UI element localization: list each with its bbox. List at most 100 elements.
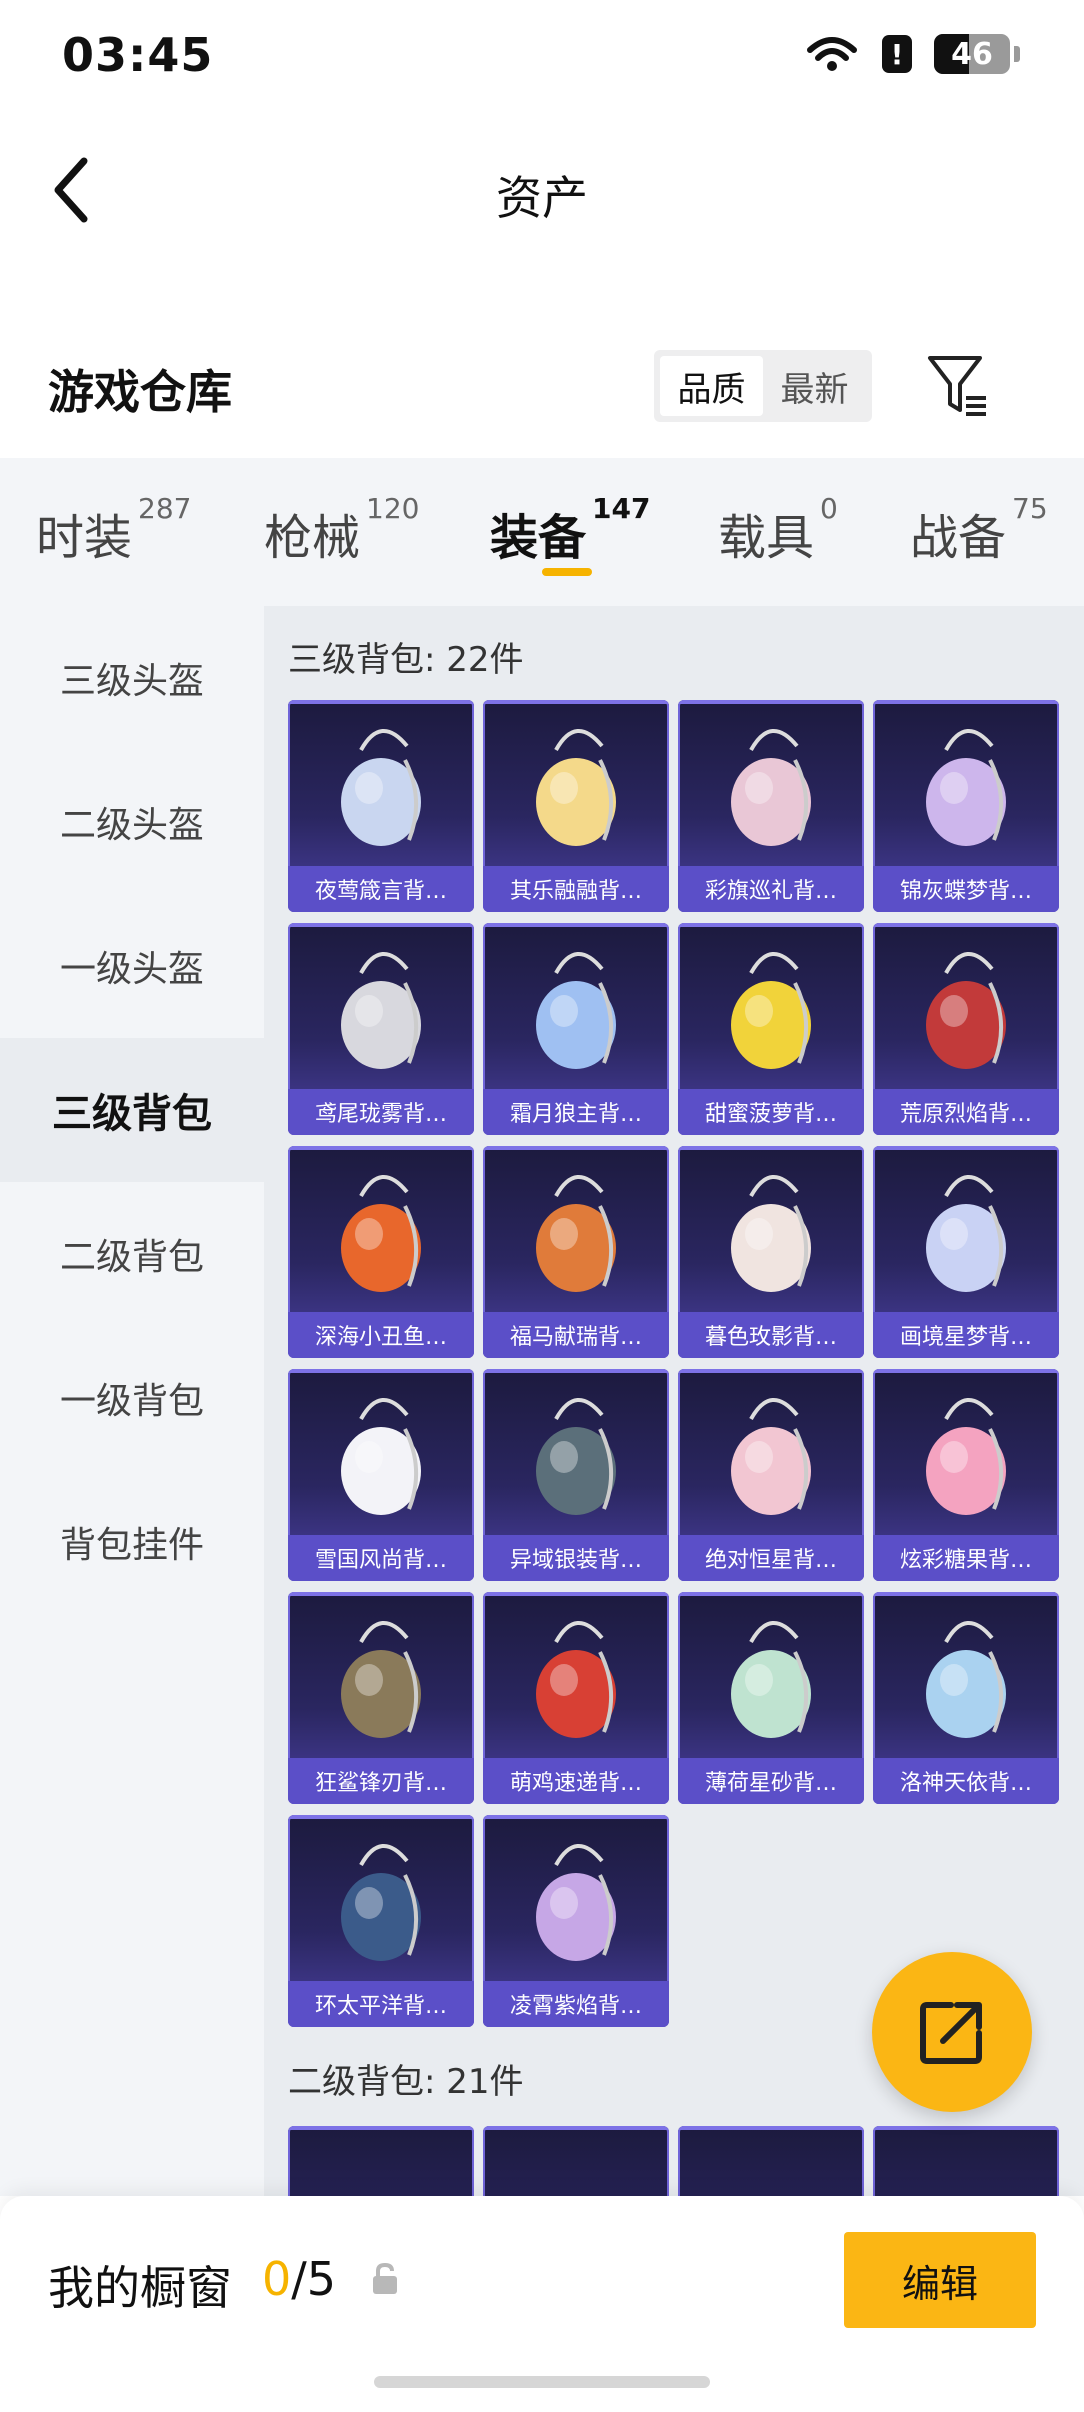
item-name: 凌霄紫焰背… [483,1981,669,2027]
item-card[interactable]: 彩旗巡礼背… [678,700,864,912]
item-name: 炫彩糖果背… [873,1535,1059,1581]
item-image [341,1174,421,1292]
status-icons: ! 46 [804,34,1020,74]
section-title: 游戏仓库 [48,365,232,419]
item-card[interactable] [873,2126,1059,2196]
sort-toggle: 品质 最新 [654,350,872,422]
item-card[interactable]: 画境星梦背… [873,1146,1059,1358]
item-card[interactable]: 霜月狼主背… [483,923,669,1135]
tab-fashion[interactable]: 时装287 [36,492,191,568]
item-card[interactable]: 甜蜜菠萝背… [678,923,864,1135]
active-tab-indicator [542,568,592,576]
item-card[interactable]: 鸢尾珑雾背… [288,923,474,1135]
item-card[interactable]: 凌霄紫焰背… [483,1815,669,2027]
item-card[interactable]: 暮色玫影背… [678,1146,864,1358]
item-card[interactable]: 洛神天依背… [873,1592,1059,1804]
battery-icon: 46 [934,34,1010,74]
item-image [926,951,1006,1069]
item-name: 其乐融融背… [483,866,669,912]
item-name: 霜月狼主背… [483,1089,669,1135]
item-image [341,951,421,1069]
item-card[interactable]: 狂鲨锋刃背… [288,1592,474,1804]
item-card[interactable]: 锦灰蝶梦背… [873,700,1059,912]
tab-vehicles[interactable]: 载具0 [718,492,838,568]
item-card[interactable]: 福马献瑞背… [483,1146,669,1358]
item-image [341,1397,421,1515]
item-name: 异域银装背… [483,1535,669,1581]
item-image [926,728,1006,846]
item-name: 甜蜜菠萝背… [678,1089,864,1135]
item-name: 狂鲨锋刃背… [288,1758,474,1804]
sidebar-item-backpack-3[interactable]: 三级背包 [0,1038,264,1182]
subcategory-sidebar: 三级头盔 二级头盔 一级头盔 三级背包 二级背包 一级背包 背包挂件 [0,606,264,2196]
item-card[interactable]: 薄荷星砂背… [678,1592,864,1804]
item-card[interactable]: 夜莺箴言背… [288,700,474,912]
item-image [536,1620,616,1738]
item-card[interactable]: 其乐融融背… [483,700,669,912]
item-card[interactable]: 异域银装背… [483,1369,669,1581]
tab-guns[interactable]: 枪械120 [264,492,419,568]
tab-count: 0 [820,492,838,525]
showcase-count-total: /5 [291,2252,337,2306]
item-image [731,951,811,1069]
item-image [731,728,811,846]
item-card[interactable]: 萌鸡速递背… [483,1592,669,1804]
tab-count: 147 [592,492,651,525]
tab-label: 装备 [490,510,587,566]
tab-label: 时装 [36,510,133,566]
item-card[interactable]: 环太平洋背… [288,1815,474,2027]
item-name: 夜莺箴言背… [288,866,474,912]
item-card[interactable] [678,2126,864,2196]
item-name: 荒原烈焰背… [873,1089,1059,1135]
page-title: 资产 [496,171,588,225]
alert-icon: ! [882,35,912,73]
item-card[interactable]: 炫彩糖果背… [873,1369,1059,1581]
edit-button[interactable]: 编辑 [844,2232,1036,2328]
tab-label: 战备 [910,510,1007,566]
item-card[interactable] [288,2126,474,2196]
wifi-icon [804,34,860,74]
item-card[interactable]: 绝对恒星背… [678,1369,864,1581]
sidebar-item-helmet-3[interactable]: 三级头盔 [0,606,264,750]
tab-count: 75 [1012,492,1048,525]
item-card[interactable]: 深海小丑鱼… [288,1146,474,1358]
item-card[interactable]: 雪国风尚背… [288,1369,474,1581]
battery-tip [1014,46,1020,62]
item-image [536,728,616,846]
item-name: 绝对恒星背… [678,1535,864,1581]
sidebar-item-helmet-1[interactable]: 一级头盔 [0,894,264,1038]
item-name: 萌鸡速递背… [483,1758,669,1804]
showcase-label: 我的橱窗 [48,2261,232,2315]
item-image [341,728,421,846]
sidebar-item-backpack-2[interactable]: 二级背包 [0,1182,264,1326]
tab-count: 120 [366,492,420,525]
item-name: 暮色玫影背… [678,1312,864,1358]
status-bar: 03:45 ! 46 [0,0,1084,110]
item-image [926,1620,1006,1738]
item-card[interactable]: 荒原烈焰背… [873,923,1059,1135]
item-name: 深海小丑鱼… [288,1312,474,1358]
item-image [536,1174,616,1292]
item-name: 鸢尾珑雾背… [288,1089,474,1135]
group-title: 二级背包: 21件 [288,2062,524,2102]
sidebar-item-helmet-2[interactable]: 二级头盔 [0,750,264,894]
share-button[interactable] [872,1952,1032,2112]
sort-latest[interactable]: 最新 [763,356,866,416]
lock-icon [373,2262,397,2294]
sidebar-item-backpack-1[interactable]: 一级背包 [0,1326,264,1470]
showcase-count: 0/5 [262,2252,336,2306]
item-image [926,1174,1006,1292]
share-icon [920,2002,982,2064]
sidebar-item-backpack-charm[interactable]: 背包挂件 [0,1470,264,1614]
filter-button[interactable] [924,352,992,420]
tab-label: 枪械 [264,510,361,566]
item-image [536,951,616,1069]
group-title: 三级背包: 22件 [288,640,524,680]
tab-supplies[interactable]: 战备75 [910,492,1048,568]
item-card[interactable] [483,2126,669,2196]
tab-equipment[interactable]: 装备147 [490,492,650,568]
sort-quality[interactable]: 品质 [660,356,763,416]
item-name: 环太平洋背… [288,1981,474,2027]
tab-label: 载具 [718,510,815,566]
showcase-bar: 我的橱窗 0/5 编辑 [0,2196,1084,2412]
